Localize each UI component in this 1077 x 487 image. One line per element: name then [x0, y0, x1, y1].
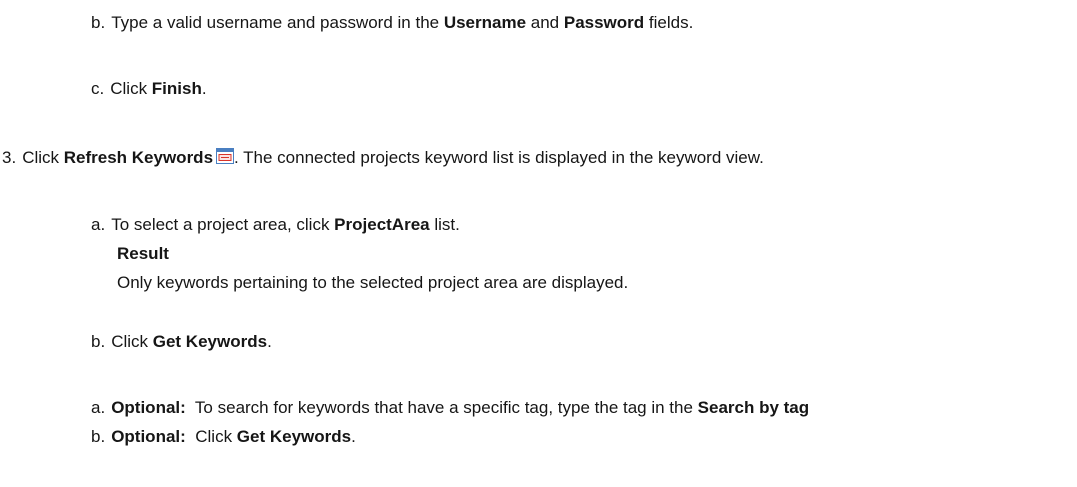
step-b-optional-get-keywords: b. Optional: Click Get Keywords. [91, 426, 356, 448]
step-text: and [526, 13, 564, 32]
list-marker: a. [91, 215, 106, 234]
result-text: Only keywords pertaining to the selected… [117, 272, 628, 294]
optional-label: Optional: [111, 398, 186, 417]
list-marker: b. [91, 13, 106, 32]
step-a-project-area: a. To select a project area, click Projec… [91, 214, 460, 236]
step-b-get-keywords: b. Click Get Keywords. [91, 331, 272, 353]
result-heading: Result [117, 243, 169, 265]
username-term: Username [443, 13, 527, 32]
step-text: . [351, 427, 356, 446]
result-label: Result [117, 244, 169, 263]
step-text: Click [185, 427, 237, 446]
list-marker: b. [91, 427, 106, 446]
step-text: . [267, 332, 272, 351]
step-text: Type a valid username and password in th… [111, 13, 444, 32]
step-b-login: b. Type a valid username and password in … [91, 12, 693, 34]
search-by-tag-term: Search by tag [697, 398, 810, 417]
result-description: Only keywords pertaining to the selected… [117, 273, 629, 292]
projectarea-term: ProjectArea [334, 215, 430, 234]
step-text: list. [429, 215, 460, 234]
step-text: To select a project area, click [111, 215, 335, 234]
get-keywords-term: Get Keywords [152, 332, 268, 351]
step-text: To search for keywords that have a speci… [185, 398, 698, 417]
optional-label: Optional: [111, 427, 186, 446]
step-3-refresh: 3. Click Refresh Keywords . The connected … [2, 147, 764, 169]
refresh-keywords-term: Refresh Keywords [63, 148, 214, 167]
step-a-optional-search: a. Optional: To search for keywords that … [91, 397, 809, 419]
step-text: Click [22, 148, 64, 167]
refresh-keywords-icon [216, 148, 235, 164]
list-marker: a. [91, 398, 106, 417]
step-text: . [201, 79, 207, 98]
step-text: . The connected projects keyword list is… [234, 148, 764, 167]
get-keywords-term: Get Keywords [236, 427, 352, 446]
list-marker: 3. [2, 148, 17, 167]
step-text: Click [111, 332, 153, 351]
step-text: fields. [644, 13, 694, 32]
password-term: Password [563, 13, 645, 32]
step-c-finish: c. Click Finish. [91, 78, 207, 100]
finish-term: Finish [151, 79, 202, 98]
list-marker: c. [91, 79, 105, 98]
list-marker: b. [91, 332, 106, 351]
step-text: Click [110, 79, 152, 98]
